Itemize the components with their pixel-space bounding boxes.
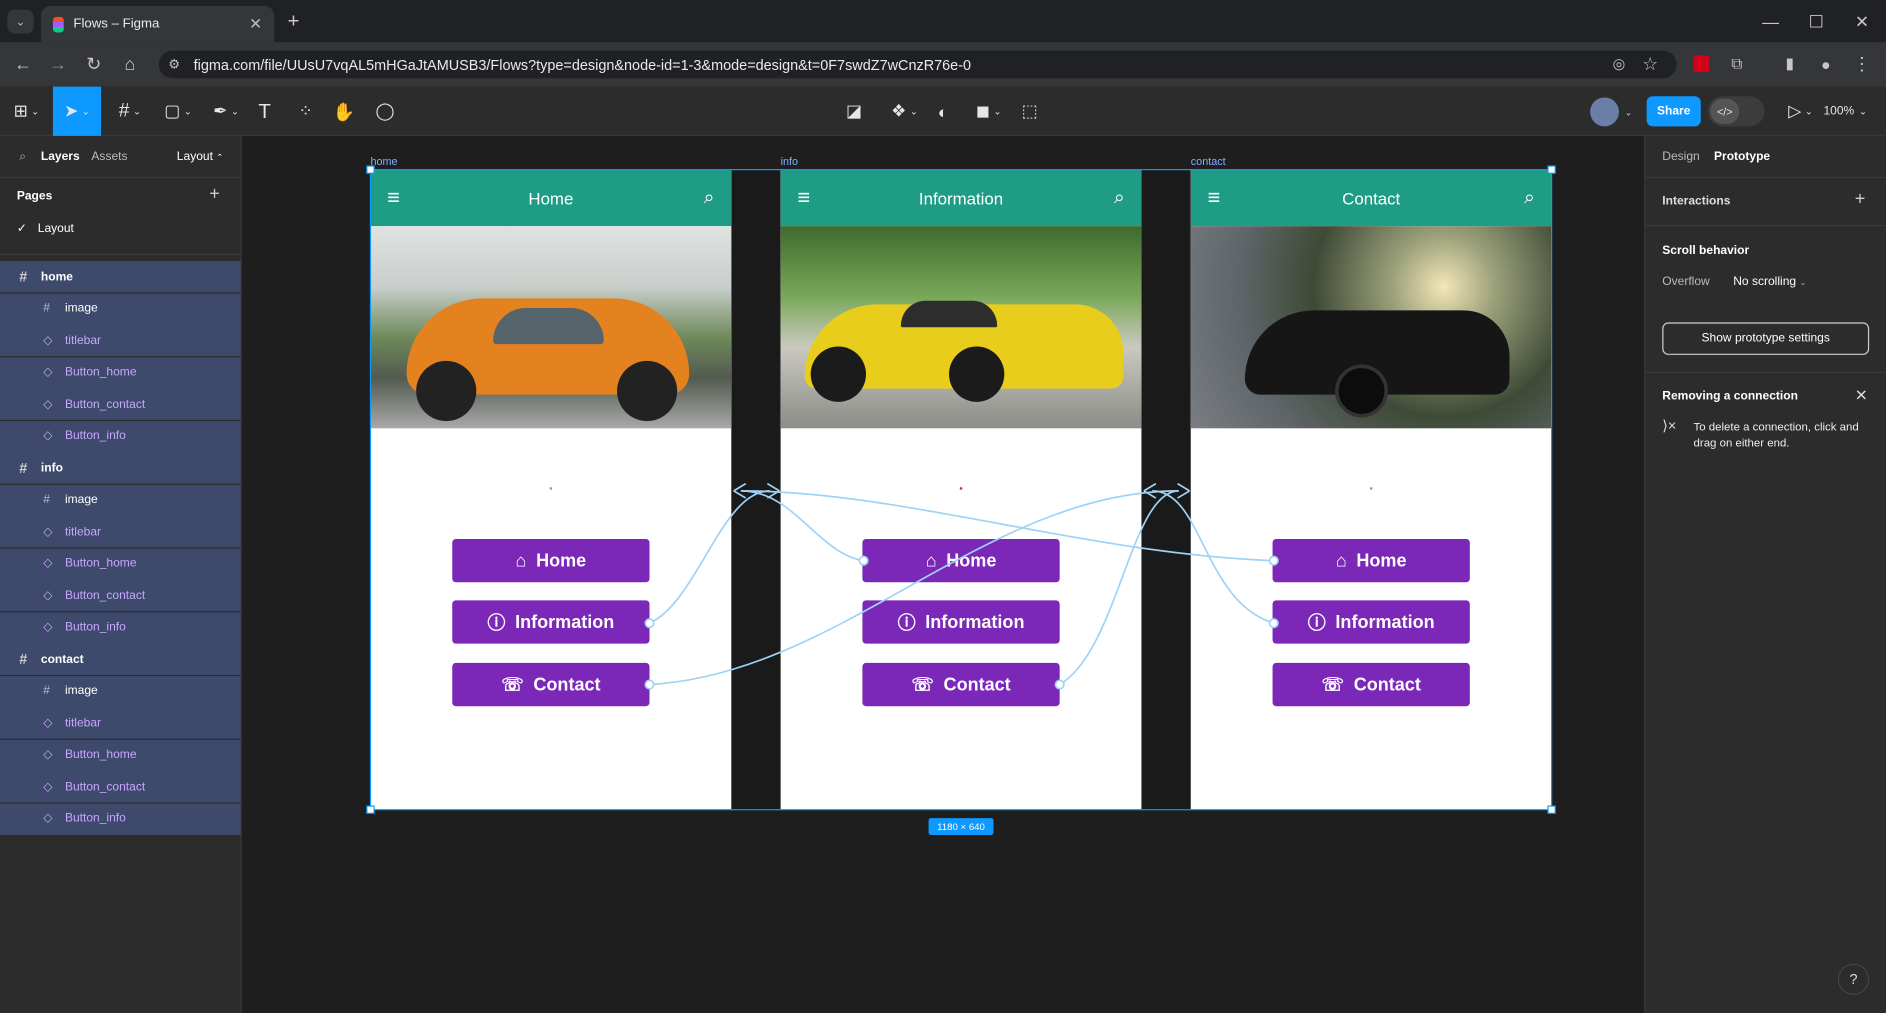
disconnect-icon: ⟩×: [1662, 417, 1677, 435]
connection-handle[interactable]: [644, 679, 655, 690]
tab-prototype[interactable]: Prototype: [1714, 150, 1770, 163]
divider: [1645, 371, 1886, 373]
overflow-label: Overflow: [1662, 275, 1710, 289]
connection-handle[interactable]: [1268, 618, 1279, 629]
close-tip-icon[interactable]: ✕: [1855, 386, 1868, 405]
tip-text: To delete a connection, click and drag o…: [1693, 421, 1859, 450]
add-interaction-icon[interactable]: +: [1855, 189, 1866, 209]
connection-handle[interactable]: [1054, 679, 1065, 690]
connection-handle[interactable]: [644, 618, 655, 629]
overflow-select[interactable]: No scrolling ⌄: [1733, 276, 1806, 289]
selection-size-badge: 1180 × 640: [928, 818, 994, 835]
tip-title: Removing a connection: [1662, 389, 1798, 404]
resize-handle[interactable]: [1547, 805, 1556, 814]
scroll-behavior-heading: Scroll behavior: [1662, 244, 1750, 258]
connection-home-info-to-info[interactable]: [649, 490, 770, 624]
prototype-connections: [366, 165, 1556, 814]
properties-panel: Design Prototype Interactions + Scroll b…: [1644, 135, 1886, 1013]
selection-box[interactable]: [369, 169, 1553, 811]
divider: [1645, 224, 1886, 227]
chevron-down-icon: ⌄: [1799, 279, 1807, 288]
connection-info-home-to-home[interactable]: [740, 490, 864, 562]
connection-handle[interactable]: [858, 555, 869, 566]
interactions-heading: Interactions: [1662, 194, 1731, 209]
divider: [1645, 176, 1886, 179]
resize-handle[interactable]: [366, 165, 375, 174]
resize-handle[interactable]: [1547, 165, 1556, 174]
connection-handle[interactable]: [1268, 555, 1279, 566]
show-prototype-settings-button[interactable]: Show prototype settings: [1662, 322, 1870, 355]
help-button[interactable]: ?: [1837, 963, 1870, 995]
resize-handle[interactable]: [366, 805, 375, 814]
tab-design[interactable]: Design: [1662, 150, 1699, 163]
overflow-value: No scrolling: [1733, 275, 1797, 289]
connection-info-contact-to-contact[interactable]: [1059, 490, 1179, 686]
